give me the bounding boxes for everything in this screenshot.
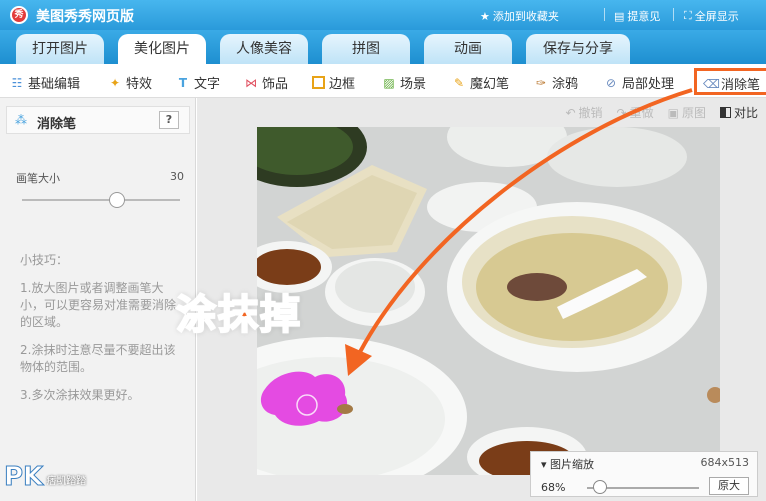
contrast-label: 对比	[733, 106, 758, 120]
fullscreen-label: 全屏显示	[694, 10, 739, 23]
tool-label: 涂鸦	[552, 77, 579, 92]
tool-basic-edit[interactable]: ☷ 基础编辑	[10, 73, 81, 93]
edit-toolbar: ↶ 撤销 ↷ 重做 ▣ 原图 对比	[565, 104, 758, 121]
zoom-panel: ▾ 图片缩放 684x513 68% 原大	[530, 451, 758, 497]
zoom-percentage: 68%	[541, 481, 566, 494]
tool-label: 局部处理	[622, 77, 675, 92]
tool-effects[interactable]: ✦ 特效	[108, 73, 153, 93]
image-dimensions: 684x513	[700, 456, 749, 469]
tab-animation[interactable]: 动画	[424, 34, 512, 64]
tool-magic-pen[interactable]: ✎ 魔幻笔	[452, 73, 510, 93]
add-favorite-link[interactable]: ★ 添加到收藏夹	[480, 8, 559, 24]
app-logo-icon: 秀	[10, 6, 28, 24]
tool-decorations[interactable]: ⋈ 饰品	[244, 73, 289, 93]
zoom-title-label: 图片缩放	[550, 458, 595, 471]
original-button[interactable]: ▣ 原图	[668, 104, 706, 121]
eraser-pen-icon: ⁂	[15, 113, 27, 127]
text-icon: T	[178, 75, 188, 90]
original-label: 原图	[681, 106, 706, 120]
tool-label: 边框	[329, 77, 356, 92]
panel-title: 消除笔	[37, 117, 77, 132]
magic-pen-icon: ✎	[453, 75, 465, 90]
zoom-title: ▾ 图片缩放	[541, 456, 594, 472]
redo-label: 重做	[629, 106, 654, 120]
fullscreen-icon: ⛶	[684, 9, 692, 22]
tool-local-edit[interactable]: ⊘ 局部处理	[604, 73, 675, 93]
main-tabs: 打开图片 美化图片 人像美容 拼图 动画 保存与分享	[0, 30, 766, 65]
collapse-icon[interactable]: ▾	[541, 458, 547, 471]
original-size-button[interactable]: 原大	[709, 477, 749, 495]
tip-3: 3.多次涂抹效果更好。	[20, 388, 140, 402]
local-edit-icon: ⊘	[605, 75, 617, 90]
eraser-icon: ⌫	[703, 76, 720, 91]
watermark-brand: PK	[3, 462, 44, 493]
brush-icon: ✑	[535, 75, 547, 90]
watermark-name: 痞凱踏踏	[46, 476, 87, 487]
tip-1: 1.放大图片或者调整画笔大小，可以更容易对准需要消除的区域。	[20, 281, 177, 329]
image-icon: ▣	[667, 105, 679, 120]
brush-size-slider[interactable]	[22, 199, 180, 201]
tab-beautify[interactable]: 美化图片	[118, 34, 206, 65]
frame-icon	[312, 76, 325, 89]
tool-text[interactable]: T 文字	[176, 73, 221, 93]
watermark: PK 痞凱踏踏	[3, 462, 87, 493]
tips-heading: 小技巧：	[20, 253, 69, 267]
app-title: 美图秀秀网页版	[36, 9, 134, 25]
undo-label: 撤销	[578, 106, 603, 120]
tool-label: 场景	[400, 77, 427, 92]
tool-scene[interactable]: ▨ 场景	[382, 73, 427, 93]
tab-open-image[interactable]: 打开图片	[16, 34, 104, 64]
tip-2: 2.涂抹时注意尽量不要超出该物体的范围。	[20, 343, 176, 374]
tool-bar: ☷ 基础编辑 ✦ 特效 T 文字 ⋈ 饰品 边框 ▨ 场景 ✎ 魔幻笔 ✑ 涂鸦…	[0, 64, 766, 98]
eraser-panel: ⁂ 消除笔 ? 画笔大小 30 小技巧： 1.放大图片或者调整画笔大小，可以更容…	[0, 98, 196, 501]
tool-label: 特效	[126, 77, 153, 92]
feedback-label: 提意见	[627, 10, 661, 23]
tool-label: 消除笔	[721, 78, 761, 93]
tool-label: 饰品	[262, 77, 289, 92]
fullscreen-link[interactable]: ⛶ 全屏显示	[684, 8, 739, 24]
zoom-slider-thumb[interactable]	[593, 480, 607, 494]
title-bar: 秀 美图秀秀网页版 ★ 添加到收藏夹 ▤ 提意见 ⛶ 全屏显示	[0, 0, 766, 30]
tool-eraser-pen[interactable]: ⌫ 消除笔	[694, 68, 766, 95]
tips-text: 小技巧： 1.放大图片或者调整画笔大小，可以更容易对准需要消除的区域。 2.涂抹…	[20, 252, 180, 415]
magic-wand-icon: ✦	[109, 75, 121, 90]
tool-label: 基础编辑	[28, 77, 81, 92]
divider	[673, 8, 674, 21]
undo-icon: ↶	[565, 105, 576, 120]
undo-button[interactable]: ↶ 撤销	[565, 104, 602, 121]
divider	[604, 8, 605, 21]
panel-header: ⁂ 消除笔 ?	[6, 106, 190, 134]
contrast-icon	[719, 107, 731, 118]
tab-portrait[interactable]: 人像美容	[220, 34, 308, 64]
star-icon: ★	[480, 9, 490, 23]
bow-icon: ⋈	[245, 75, 257, 90]
brush-size-value: 30	[170, 170, 184, 183]
redo-icon: ↷	[616, 105, 627, 120]
brush-size-slider-thumb[interactable]	[108, 192, 125, 208]
tool-frame[interactable]: 边框	[312, 73, 355, 92]
smear-annotation-label: 涂抹掉	[175, 291, 302, 339]
feedback-icon: ▤	[614, 9, 625, 23]
brush-size-label: 画笔大小	[16, 172, 60, 185]
photo-canvas[interactable]	[257, 127, 720, 475]
help-button[interactable]: ?	[159, 111, 179, 129]
tab-save-share[interactable]: 保存与分享	[526, 34, 630, 64]
tab-collage[interactable]: 拼图	[322, 34, 410, 64]
landscape-icon: ▨	[383, 75, 395, 90]
contrast-button[interactable]: 对比	[719, 104, 758, 121]
feedback-link[interactable]: ▤ 提意见	[614, 8, 660, 24]
sliders-icon: ☷	[11, 75, 23, 90]
tool-label: 文字	[194, 77, 221, 92]
tool-doodle[interactable]: ✑ 涂鸦	[534, 73, 579, 93]
tool-label: 魔幻笔	[470, 77, 510, 92]
redo-button[interactable]: ↷ 重做	[617, 104, 654, 121]
food-photo	[257, 127, 720, 475]
add-favorite-label: 添加到收藏夹	[492, 10, 559, 23]
